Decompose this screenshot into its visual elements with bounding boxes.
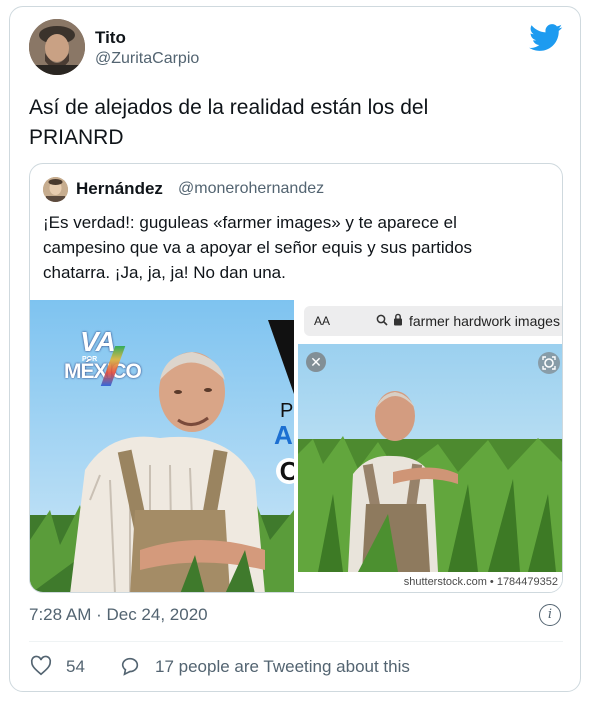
stock-photo-screenshot[interactable]: AA farmer hardwork images ✕ shutterstock…: [298, 300, 562, 592]
url-text[interactable]: farmer hardwork images: [409, 313, 560, 329]
quoted-author-handle[interactable]: @monerohernandez: [178, 180, 324, 198]
browser-address-bar[interactable]: AA farmer hardwork images: [304, 306, 562, 336]
campaign-poster-image[interactable]: VA POR MÉXICO P A C: [30, 300, 294, 592]
farmer-stock-photo[interactable]: ✕: [298, 344, 562, 572]
lock-icon: [393, 313, 403, 329]
info-icon[interactable]: i: [539, 604, 561, 626]
quoted-text-line: chatarra. ¡Ja, ja, ja! No dan una.: [43, 263, 286, 282]
like-count[interactable]: 54: [66, 657, 85, 677]
twitter-bird-icon[interactable]: [529, 24, 563, 52]
quoted-tweet[interactable]: Hernández @monerohernandez ¡Es verdad!: …: [29, 163, 563, 593]
logo-va-text: VA: [80, 326, 116, 357]
conversation-link[interactable]: 17 people are Tweeting about this: [155, 657, 410, 677]
quoted-text-line: campesino que va a apoyar el señor equis…: [43, 238, 473, 257]
search-icon: [376, 314, 388, 329]
heart-icon[interactable]: [30, 655, 52, 677]
author-avatar[interactable]: [29, 19, 85, 75]
close-button[interactable]: ✕: [306, 352, 326, 372]
divider: [29, 641, 563, 642]
poster-cut-letter: A: [274, 420, 293, 450]
quoted-author-avatar[interactable]: [43, 177, 68, 202]
farmer-photo-illustration: [298, 344, 562, 572]
author-name[interactable]: Tito: [95, 28, 126, 48]
tweet-text-line: PRIANRD: [29, 126, 124, 149]
tweet-card[interactable]: Tito @ZuritaCarpio Así de alejados de la…: [9, 6, 581, 692]
speech-bubble-icon[interactable]: [119, 655, 141, 677]
shutterstock-credit: shutterstock.com • 1784479352: [403, 576, 558, 588]
tweet-text-line: Así de alejados de la realidad están los…: [29, 96, 429, 119]
quoted-text-line: ¡Es verdad!: guguleas «farmer images» y …: [43, 213, 457, 232]
tweet-text: Así de alejados de la realidad están los…: [29, 93, 559, 153]
tweet-timestamp[interactable]: 7:28 AM · Dec 24, 2020: [29, 605, 208, 625]
va-por-mexico-logo: VA POR MÉXICO: [64, 326, 156, 388]
quoted-author-name[interactable]: Hernández: [76, 179, 163, 199]
visual-search-lens-icon[interactable]: [538, 352, 560, 374]
author-handle[interactable]: @ZuritaCarpio: [95, 50, 199, 68]
quoted-tweet-text: ¡Es verdad!: guguleas «farmer images» y …: [43, 210, 553, 285]
text-size-button[interactable]: AA: [314, 314, 330, 328]
